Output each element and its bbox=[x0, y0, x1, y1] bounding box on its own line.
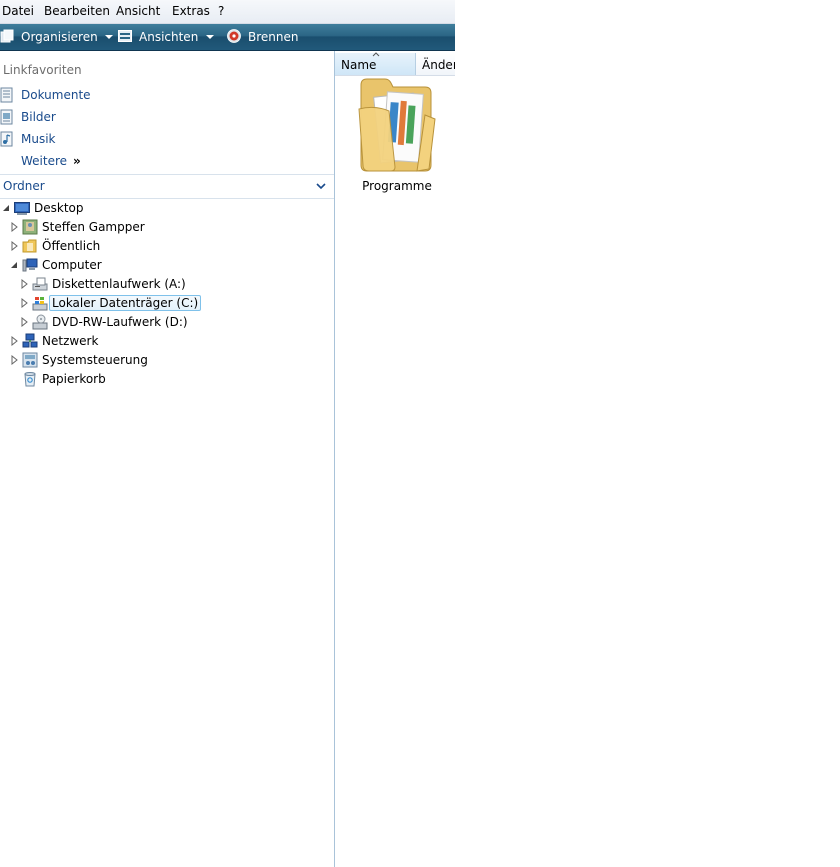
column-changed-label: Änder bbox=[422, 58, 455, 72]
fav-pictures-label: Bilder bbox=[21, 110, 56, 124]
tree-item-local-disk[interactable]: Lokaler Datenträger (C:) bbox=[20, 294, 202, 312]
explorer-window: Datei Bearbeiten Ansicht Extras ? Organi… bbox=[0, 0, 455, 867]
collapsed-icon[interactable] bbox=[10, 336, 20, 346]
views-button[interactable]: Ansichten bbox=[118, 24, 198, 50]
tree-item-floppy[interactable]: Diskettenlaufwerk (A:) bbox=[20, 275, 186, 293]
tree-item-control-panel[interactable]: Systemsteuerung bbox=[10, 351, 148, 369]
fav-documents[interactable]: Dokumente bbox=[0, 85, 91, 105]
column-changed[interactable]: Änder bbox=[416, 53, 455, 75]
tree-item-desktop[interactable]: Desktop bbox=[2, 199, 84, 217]
views-dropdown[interactable] bbox=[200, 24, 214, 50]
views-dropdown-icon bbox=[206, 35, 214, 39]
tree-label-local-disk: Lokaler Datenträger (C:) bbox=[49, 295, 202, 311]
favorites-title: Linkfavoriten bbox=[3, 63, 82, 77]
burn-disc-icon bbox=[227, 28, 241, 46]
fav-music-label: Musik bbox=[21, 132, 56, 146]
tree-item-user[interactable]: Steffen Gampper bbox=[10, 218, 145, 236]
recycle-bin-icon bbox=[24, 372, 36, 387]
organize-icon bbox=[0, 29, 14, 46]
organize-dropdown-icon bbox=[104, 35, 113, 39]
expanded-icon[interactable] bbox=[2, 203, 12, 213]
menu-help[interactable]: ? bbox=[218, 4, 224, 18]
fav-pictures[interactable]: Bilder bbox=[0, 107, 56, 127]
views-label: Ansichten bbox=[139, 30, 199, 44]
double-chevron-right-icon: » bbox=[73, 154, 81, 168]
tree-item-public[interactable]: Öffentlich bbox=[10, 237, 100, 255]
documents-icon bbox=[0, 87, 13, 103]
tree-label-dvd: DVD-RW-Laufwerk (D:) bbox=[52, 315, 188, 329]
expanded-icon[interactable] bbox=[10, 260, 20, 270]
tree-item-dvd[interactable]: DVD-RW-Laufwerk (D:) bbox=[20, 313, 188, 331]
sort-ascending-icon bbox=[372, 52, 380, 57]
computer-icon bbox=[22, 258, 38, 272]
collapsed-icon[interactable] bbox=[20, 279, 30, 289]
desktop-icon bbox=[14, 202, 30, 215]
collapsed-icon[interactable] bbox=[10, 355, 20, 365]
tree-item-computer[interactable]: Computer bbox=[10, 256, 102, 274]
organize-button[interactable]: Organisieren bbox=[0, 24, 113, 50]
tree-label-recycle-bin: Papierkorb bbox=[42, 372, 106, 386]
folders-title[interactable]: Ordner bbox=[3, 179, 45, 193]
views-icon bbox=[118, 29, 132, 45]
menu-extras[interactable]: Extras bbox=[172, 4, 210, 18]
user-folder-icon bbox=[22, 219, 38, 235]
network-icon bbox=[22, 333, 38, 348]
chevron-down-icon[interactable] bbox=[316, 181, 326, 191]
menu-bearbeiten[interactable]: Bearbeiten bbox=[44, 4, 110, 18]
fav-more[interactable]: Weitere » bbox=[21, 151, 81, 171]
tree-label-network: Netzwerk bbox=[42, 334, 99, 348]
menu-ansicht[interactable]: Ansicht bbox=[116, 4, 160, 18]
local-disk-icon bbox=[32, 297, 48, 311]
fav-documents-label: Dokumente bbox=[21, 88, 91, 102]
column-name[interactable]: Name bbox=[335, 52, 416, 75]
command-bar: Organisieren Ansichten Brennen bbox=[0, 24, 455, 51]
fav-music[interactable]: Musik bbox=[0, 129, 56, 149]
file-item-label: Programme bbox=[362, 179, 432, 193]
divider bbox=[0, 174, 334, 175]
pictures-icon bbox=[0, 109, 13, 125]
control-panel-icon bbox=[22, 352, 38, 368]
tree-label-computer: Computer bbox=[42, 258, 102, 272]
column-name-label: Name bbox=[341, 58, 377, 72]
tree-item-network[interactable]: Netzwerk bbox=[10, 332, 98, 350]
tree-label-desktop: Desktop bbox=[34, 201, 84, 215]
tree-label-public: Öffentlich bbox=[42, 239, 101, 253]
fav-more-label: Weitere bbox=[21, 154, 68, 168]
file-item-programme[interactable]: Programme bbox=[355, 75, 439, 195]
tree-label-floppy: Diskettenlaufwerk (A:) bbox=[52, 277, 186, 291]
burn-label: Brennen bbox=[248, 30, 299, 44]
floppy-drive-icon bbox=[32, 277, 48, 291]
tree-label-control-panel: Systemsteuerung bbox=[42, 353, 148, 367]
menu-datei[interactable]: Datei bbox=[2, 4, 34, 18]
dvd-drive-icon bbox=[32, 314, 48, 330]
collapsed-icon[interactable] bbox=[20, 317, 30, 327]
folder-icon bbox=[22, 239, 37, 253]
folder-icon bbox=[358, 78, 436, 172]
organize-label: Organisieren bbox=[21, 30, 98, 44]
burn-button[interactable]: Brennen bbox=[227, 24, 298, 50]
tree-label-user: Steffen Gampper bbox=[42, 220, 145, 234]
collapsed-icon[interactable] bbox=[10, 241, 20, 251]
menu-bar: Datei Bearbeiten Ansicht Extras ? bbox=[0, 0, 455, 24]
collapsed-icon[interactable] bbox=[20, 298, 30, 308]
column-header: Name Änder bbox=[335, 52, 455, 76]
tree-item-recycle-bin[interactable]: Papierkorb bbox=[22, 370, 106, 388]
content-pane: Name Änder Programme bbox=[335, 51, 455, 867]
collapsed-icon[interactable] bbox=[10, 222, 20, 232]
music-icon bbox=[0, 131, 13, 147]
navigation-pane: Linkfavoriten Dokumente Bilder Musik Wei… bbox=[0, 51, 335, 867]
